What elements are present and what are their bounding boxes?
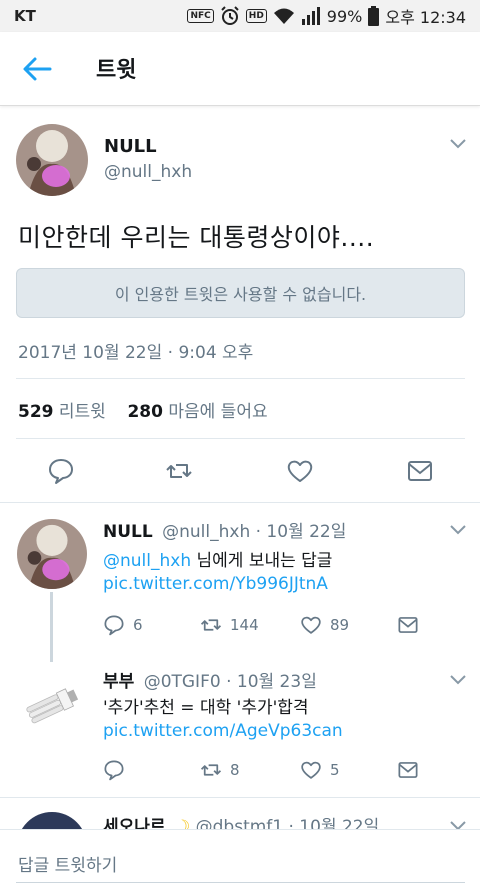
reply-count: 6 <box>133 616 143 634</box>
battery-icon <box>368 6 380 26</box>
reply-link-line: pic.twitter.com/Yb996JJtnA <box>103 574 328 594</box>
direct-message-icon[interactable] <box>406 457 434 485</box>
reply-header: 부부 @0TGIF0 · 10월 23일 <box>103 667 317 692</box>
reply-link-line: pic.twitter.com/AgeVp63can <box>103 721 343 741</box>
tweet-text: 미안한데 우리는 대통령상이야.... <box>18 223 375 252</box>
retweet-count: 144 <box>230 616 259 634</box>
reply-context-text: 님에게 보내는 답글 <box>191 551 333 571</box>
reply-partial: 세오나르 ☽ @dbstmf1 · 10월 22일 <box>0 800 480 830</box>
avatar[interactable] <box>16 124 88 196</box>
retweet-icon[interactable] <box>165 457 193 485</box>
tweet-stats: 529 리트윗 280 마음에 들어요 <box>18 397 268 422</box>
retweet-count: 8 <box>230 761 240 779</box>
avatar-image <box>16 124 88 196</box>
clock: 오후 12:34 <box>385 8 466 27</box>
reply-date: · 10월 23일 <box>226 672 317 692</box>
direct-message-button[interactable] <box>397 759 419 781</box>
media-link[interactable]: pic.twitter.com/Yb996JJtnA <box>103 574 328 594</box>
retweet-icon <box>200 764 222 776</box>
like-button[interactable]: 89 <box>300 614 349 636</box>
reply-date: · 10월 22일 <box>255 522 347 542</box>
top-app-bar: 트윗 <box>0 32 480 106</box>
status-bar: KT NFC HD 99% 오후 12:34 <box>0 0 480 32</box>
reply-header: 세오나르 ☽ @dbstmf1 · 10월 22일 <box>103 812 379 830</box>
reply-author-name[interactable]: 부부 <box>103 672 134 692</box>
avatar-image <box>17 519 87 589</box>
reply-icon <box>104 760 124 781</box>
direct-message-icon <box>398 762 418 778</box>
reply-text: '추가'추천 = 대학 '추가'합격 <box>103 698 309 718</box>
signal-icon <box>301 7 320 25</box>
back-arrow-icon[interactable] <box>22 56 52 82</box>
retweet-label[interactable]: 리트윗 <box>59 402 106 422</box>
quote-unavailable-notice: 이 인용한 트윗은 사용할 수 없습니다. <box>16 268 465 318</box>
chevron-down-icon[interactable] <box>449 524 467 536</box>
thread-connector <box>50 592 53 662</box>
hd-icon: HD <box>245 9 267 23</box>
retweet-button[interactable]: 144 <box>200 614 259 636</box>
reply-icon <box>104 615 124 636</box>
like-count: 5 <box>330 761 340 779</box>
divider <box>0 797 480 798</box>
divider <box>0 502 480 503</box>
divider <box>16 438 465 439</box>
retweet-button[interactable]: 8 <box>200 759 240 781</box>
status-icons: NFC HD 99% 오후 12:34 <box>187 4 466 28</box>
input-underline <box>16 882 465 883</box>
reply-button[interactable]: 6 <box>103 614 143 636</box>
carrier-label: KT <box>14 7 36 25</box>
reply-header: NULL @null_hxh · 10월 22일 <box>103 517 346 542</box>
like-label[interactable]: 마음에 들어요 <box>168 402 267 422</box>
wifi-icon <box>273 8 294 24</box>
reply-author-handle[interactable]: @null_hxh <box>162 522 250 542</box>
avatar[interactable] <box>17 670 87 740</box>
chevron-down-icon[interactable] <box>449 138 467 150</box>
like-button[interactable]: 5 <box>300 759 340 781</box>
avatar[interactable] <box>17 519 87 589</box>
heart-icon <box>301 761 321 779</box>
reply-icon[interactable] <box>47 457 75 485</box>
nfc-icon: NFC <box>187 9 214 23</box>
reply-composer[interactable]: 답글 트윗하기 <box>0 829 480 891</box>
direct-message-button[interactable] <box>397 614 419 636</box>
direct-message-icon <box>398 617 418 633</box>
retweet-icon <box>200 619 222 631</box>
media-link[interactable]: pic.twitter.com/AgeVp63can <box>103 721 343 741</box>
author-name[interactable]: NULL <box>104 136 157 157</box>
page-title: 트윗 <box>96 58 137 83</box>
heart-icon <box>301 616 321 634</box>
reply-author-handle[interactable]: @0TGIF0 <box>144 672 221 692</box>
lightbulb-avatar-image <box>17 670 87 740</box>
reply-input-placeholder[interactable]: 답글 트윗하기 <box>18 851 117 876</box>
reply-author-name[interactable]: NULL <box>103 522 153 542</box>
alarm-icon <box>221 6 239 25</box>
avatar[interactable] <box>17 812 87 830</box>
heart-icon[interactable] <box>286 457 314 485</box>
chevron-down-icon[interactable] <box>449 674 467 686</box>
mention-link[interactable]: @null_hxh <box>103 551 191 571</box>
reply-context: @null_hxh 님에게 보내는 답글 <box>103 546 332 571</box>
author-handle[interactable]: @null_hxh <box>104 162 192 182</box>
like-count[interactable]: 280 <box>127 402 163 422</box>
tweet-timestamp: 2017년 10월 22일 · 9:04 오후 <box>18 343 254 363</box>
retweet-count[interactable]: 529 <box>18 402 54 422</box>
divider <box>16 378 465 379</box>
like-count: 89 <box>330 616 350 634</box>
reply-button[interactable] <box>103 759 133 781</box>
battery-percent: 99% <box>326 6 363 26</box>
